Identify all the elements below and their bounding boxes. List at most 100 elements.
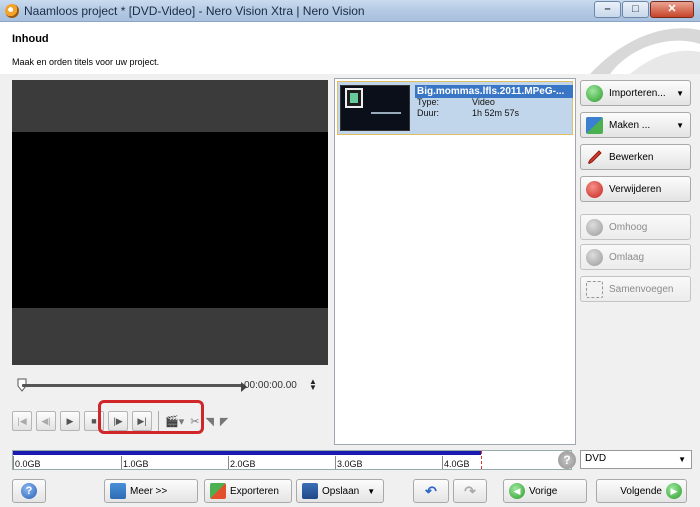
merge-label: Samenvoegen <box>609 283 674 295</box>
duration-value: 1h 52m 57s <box>472 108 520 118</box>
remove-label: Verwijderen <box>609 183 662 195</box>
redo-icon: ↷ <box>464 482 476 499</box>
pencil-icon <box>586 150 602 166</box>
title-type-row: Type: Video <box>417 97 495 107</box>
page-title: Inhoud <box>12 33 49 45</box>
play-button[interactable]: ▶ <box>60 411 80 431</box>
arrow-up-icon <box>586 219 603 236</box>
arrow-down-icon <box>586 249 603 266</box>
capacity-tick: 4.0GB <box>442 456 470 469</box>
minimize-icon: – <box>604 3 611 15</box>
move-up-button[interactable]: Omhoog <box>580 214 691 240</box>
move-up-label: Omhoog <box>609 221 648 233</box>
timecode-spinner[interactable]: ▲ ▼ <box>309 378 317 392</box>
previous-button[interactable]: ◀ Vorige <box>503 479 587 503</box>
page-subtitle: Maak en orden titels voor uw project. <box>12 57 160 67</box>
bottom-toolbar: ? Meer >> Exporteren Opslaan ▼ ↶ ↷ ◀ Vori… <box>0 472 700 507</box>
thumbnail-caption-bar <box>371 112 401 114</box>
timecode-display: 00:00:00.00 <box>244 380 297 391</box>
next-label: Volgende <box>620 485 662 497</box>
import-label: Importeren... <box>609 87 666 99</box>
content-area: 00:00:00.00 ▲ ▼ |◀ ◀| ▶ ■ |▶ ▶| 🎬▾ ✂ ◥ ◤ … <box>0 74 700 507</box>
make-label: Maken ... <box>609 119 651 131</box>
position-slider[interactable] <box>22 384 244 387</box>
title-bar: Naamloos project * [DVD-Video] - Nero Vi… <box>0 0 700 22</box>
help-icon: ? <box>21 483 37 499</box>
more-options-icon <box>110 483 126 499</box>
title-list[interactable]: Big.mommas.lfls.2011.MPeG-... Type: Video… <box>334 78 576 445</box>
capacity-limit-line <box>481 451 482 469</box>
help-button[interactable]: ? <box>12 479 46 503</box>
redo-button[interactable]: ↷ <box>453 479 487 503</box>
edit-label: Bewerken <box>609 151 654 163</box>
more-button[interactable]: Meer >> <box>104 479 198 503</box>
chevron-down-icon: ▼ <box>676 89 684 98</box>
previous-label: Vorige <box>529 485 558 497</box>
export-icon <box>210 483 226 499</box>
go-to-start-button[interactable]: |◀ <box>12 411 32 431</box>
window-controls: – □ ✕ <box>593 1 694 18</box>
mark-out-button[interactable]: ◤ <box>220 415 228 428</box>
close-icon: ✕ <box>667 3 677 15</box>
chevron-down-icon: ▼ <box>678 455 686 464</box>
remove-red-icon <box>586 181 603 198</box>
film-strip-icon <box>345 88 363 108</box>
undo-button[interactable]: ↶ <box>413 479 449 503</box>
chevron-down-icon: ▼ <box>676 121 684 130</box>
capacity-tick: 1.0GB <box>121 456 149 469</box>
plus-green-icon <box>586 85 603 102</box>
video-preview <box>12 80 328 365</box>
type-label: Type: <box>417 97 440 107</box>
step-back-icon: ◀| <box>41 415 51 426</box>
maximize-icon: □ <box>632 3 639 15</box>
export-button[interactable]: Exporteren <box>204 479 292 503</box>
more-label: Meer >> <box>130 485 168 497</box>
arrow-right-icon: ▶ <box>666 483 682 499</box>
merge-button[interactable]: Samenvoegen <box>580 276 691 302</box>
page-header: Inhoud Maak en orden titels voor uw proj… <box>0 22 700 74</box>
capacity-tick: 3.0GB <box>335 456 363 469</box>
disc-type-value: DVD <box>585 453 607 464</box>
merge-icon <box>586 281 603 298</box>
video-frame <box>12 132 328 308</box>
floppy-disk-icon <box>302 483 318 499</box>
arrow-left-icon: ◀ <box>509 483 525 499</box>
chevron-down-icon: ▼ <box>367 486 376 496</box>
disc-type-select[interactable]: DVD ▼ <box>580 450 692 469</box>
play-icon: ▶ <box>66 415 74 426</box>
capacity-used-fill <box>13 451 481 455</box>
save-button[interactable]: Opslaan ▼ <box>296 479 384 503</box>
header-swoosh-decoration <box>590 28 700 74</box>
move-down-label: Omlaag <box>609 251 645 263</box>
capacity-tick: 2.0GB <box>228 456 256 469</box>
export-label: Exporteren <box>230 485 279 497</box>
make-media-icon <box>586 117 603 134</box>
duration-label: Duur: <box>417 108 440 118</box>
edit-button[interactable]: Bewerken <box>580 144 691 170</box>
maximize-button[interactable]: □ <box>622 1 649 18</box>
close-button[interactable]: ✕ <box>650 1 694 18</box>
go-to-start-icon: |◀ <box>17 415 27 426</box>
mark-in-button[interactable]: ◥ <box>205 415 213 428</box>
video-thumbnail <box>340 85 410 131</box>
stop-icon: ■ <box>91 416 97 426</box>
mark-out-icon: ◤ <box>219 415 229 428</box>
undo-icon: ↶ <box>425 482 437 499</box>
capacity-tick: 0.0GB <box>13 456 41 469</box>
move-down-button[interactable]: Omlaag <box>580 244 691 270</box>
list-item[interactable]: Big.mommas.lfls.2011.MPeG-... Type: Video… <box>337 81 573 135</box>
make-button[interactable]: Maken ... ▼ <box>580 112 691 138</box>
import-button[interactable]: Importeren... ▼ <box>580 80 691 106</box>
title-duration-row: Duur: 1h 52m 57s <box>417 108 519 118</box>
type-value: Video <box>472 97 495 107</box>
nero-app-icon[interactable] <box>5 4 19 18</box>
mark-in-icon: ◥ <box>205 415 214 428</box>
minimize-button[interactable]: – <box>594 1 621 18</box>
step-back-button[interactable]: ◀| <box>36 411 56 431</box>
capacity-help-icon[interactable]: ? <box>558 451 576 469</box>
remove-button[interactable]: Verwijderen <box>580 176 691 202</box>
window-title: Naamloos project * [DVD-Video] - Nero Vi… <box>24 4 365 18</box>
next-button[interactable]: Volgende ▶ <box>596 479 687 503</box>
more-button-highlight-outline <box>98 400 204 434</box>
disc-capacity-bar: 0.0GB 1.0GB 2.0GB 3.0GB 4.0GB <box>12 450 572 470</box>
